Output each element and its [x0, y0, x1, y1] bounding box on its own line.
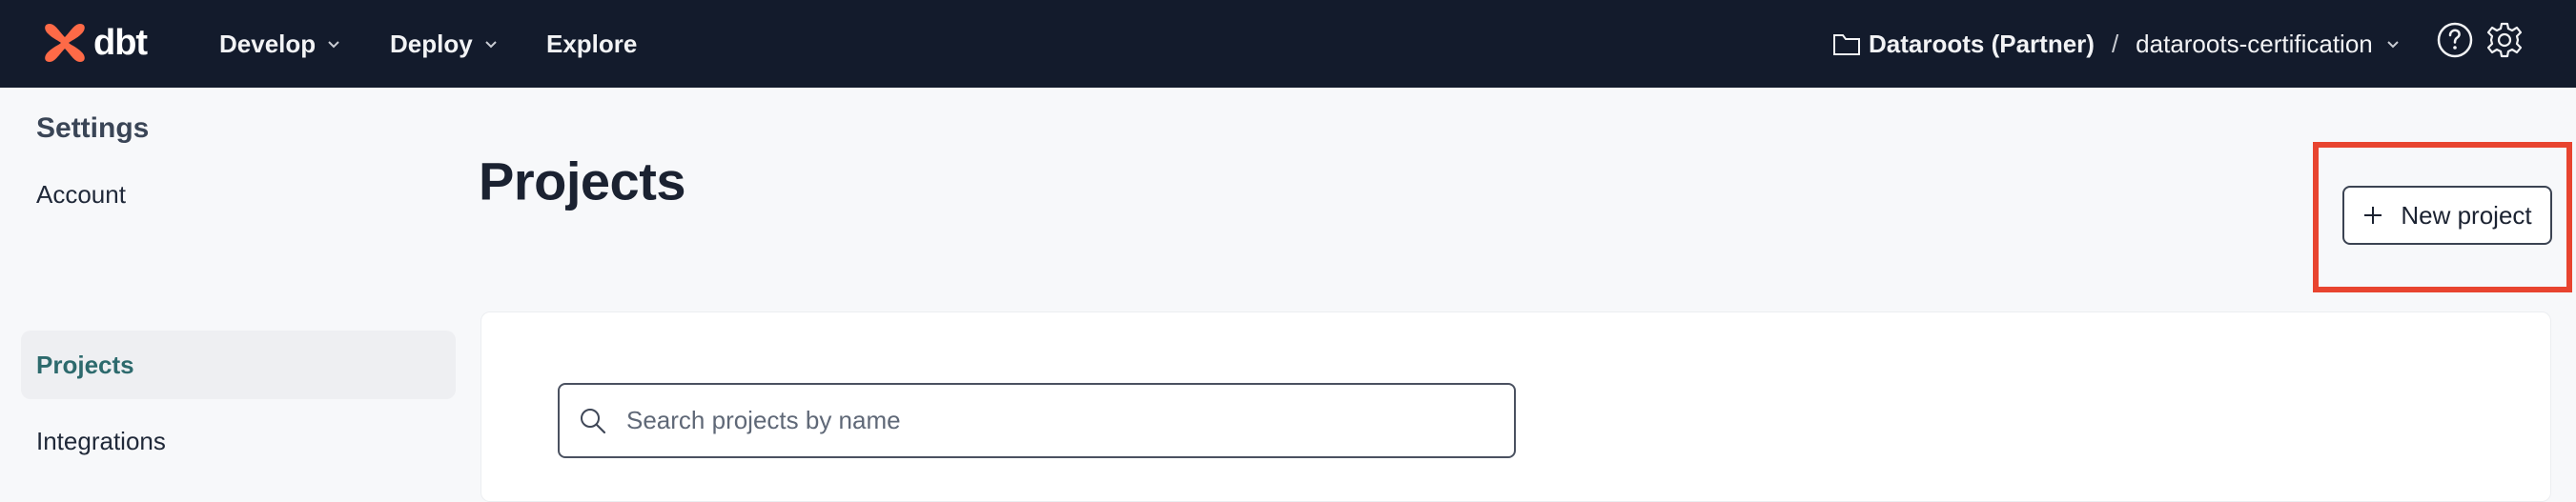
chevron-down-icon: [328, 41, 339, 49]
chevron-down-icon: [484, 41, 497, 49]
new-project-button[interactable]: New project: [2342, 186, 2552, 245]
sidebar-title: Settings: [36, 112, 150, 144]
sidebar-item-account[interactable]: Account: [21, 160, 456, 229]
sidebar-item-projects[interactable]: Projects: [21, 331, 456, 399]
dbt-logo-icon: [45, 24, 85, 62]
page-title: Projects: [479, 151, 686, 211]
sidebar-item-label: Account: [36, 179, 126, 209]
top-nav-bar: dbt Develop Deploy Explore Dataroots (Pa…: [0, 0, 2576, 88]
nav-deploy-text: Deploy: [390, 29, 473, 58]
nav-explore[interactable]: Explore: [546, 0, 637, 88]
question-circle-icon[interactable]: [2436, 21, 2474, 59]
settings-sidebar: Settings Account Projects Integrations: [0, 88, 467, 480]
search-box[interactable]: [558, 383, 1516, 458]
folder-icon: [1833, 34, 1860, 55]
nav-develop-label[interactable]: Develop: [219, 30, 340, 59]
sidebar-item-label: Projects: [36, 350, 134, 379]
breadcrumb-project: dataroots-certification: [2136, 29, 2373, 58]
search-icon: [581, 408, 606, 433]
plus-icon: [2364, 207, 2382, 224]
brand-name: dbt: [93, 22, 148, 63]
nav-deploy-label[interactable]: Deploy: [390, 30, 498, 59]
nav-develop[interactable]: Develop: [219, 0, 340, 88]
gear-icon[interactable]: [2485, 21, 2524, 59]
breadcrumb-separator: /: [2111, 29, 2119, 58]
chevron-down-icon: [2387, 41, 2399, 49]
search-input[interactable]: [626, 406, 1484, 435]
projects-card: [480, 311, 2551, 502]
breadcrumb: Dataroots (Partner) / dataroots-certific…: [1832, 0, 2400, 88]
nav-deploy[interactable]: Deploy: [390, 0, 498, 88]
new-project-label: New project: [2401, 200, 2532, 230]
sidebar-item-label: Integrations: [36, 426, 166, 455]
nav-develop-text: Develop: [219, 29, 317, 58]
dbt-logo[interactable]: dbt: [40, 15, 148, 70]
breadcrumb-project-selector[interactable]: dataroots-certification: [2136, 30, 2400, 59]
nav-explore-label[interactable]: Explore: [546, 30, 637, 59]
sidebar-item-integrations[interactable]: Integrations: [21, 407, 456, 475]
breadcrumb-account[interactable]: Dataroots (Partner): [1869, 30, 2095, 59]
